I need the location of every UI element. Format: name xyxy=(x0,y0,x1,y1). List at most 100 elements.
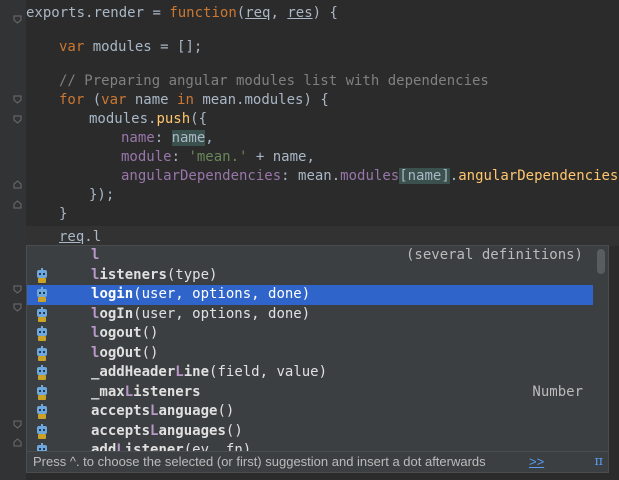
completion-item[interactable]: listeners(type) xyxy=(27,266,593,286)
token: name xyxy=(126,92,178,108)
token: : mean. xyxy=(281,168,341,184)
code-line: }); xyxy=(89,187,115,203)
name-params: (field, value) xyxy=(209,364,328,380)
completion-item-name: acceptsLanguage() xyxy=(91,402,234,422)
method-icon xyxy=(34,326,50,342)
name-match: l xyxy=(91,247,100,263)
name-suffix: ogin xyxy=(99,286,134,302)
token: .l xyxy=(84,229,102,245)
completion-item-name: l xyxy=(91,246,99,266)
completion-item[interactable]: logIn(user, options, done) xyxy=(27,305,593,325)
hint-more-link[interactable]: >> xyxy=(529,452,544,472)
name-params: () xyxy=(217,403,235,419)
token: . xyxy=(449,168,459,184)
param: req xyxy=(245,5,271,21)
completion-item-name: login(user, options, done) xyxy=(91,285,310,305)
fold-icon[interactable] xyxy=(13,303,22,312)
completion-item[interactable]: _addHeaderLine(field, value) xyxy=(27,363,593,383)
name-match: L xyxy=(124,383,134,400)
scrollbar-track[interactable] xyxy=(597,249,605,452)
string: 'mean.' xyxy=(188,149,248,165)
code-line: modules.push({ xyxy=(89,109,207,129)
method-icon xyxy=(34,345,50,362)
keyword: in xyxy=(177,92,194,108)
pi-icon[interactable]: π xyxy=(594,452,603,472)
property: modules xyxy=(340,168,400,184)
method-icon xyxy=(34,287,50,303)
name-prefix: accepts xyxy=(91,422,151,439)
name-params: (user, options, done) xyxy=(133,305,311,322)
completion-hint-bar: Press ^. to choose the selected (or firs… xyxy=(27,451,608,472)
completion-item-type: (several definitions) xyxy=(405,247,583,263)
code-line: exports.render = function(req, res) { xyxy=(26,3,338,23)
completion-popup[interactable]: l (several definitions) listeners(type) log… xyxy=(26,245,609,473)
method-icon xyxy=(34,306,50,323)
bracket-highlight: ] xyxy=(441,168,450,184)
unfold-icon[interactable] xyxy=(13,200,22,209)
name-suffix: ogout xyxy=(99,325,142,341)
name-params: () xyxy=(225,422,243,439)
code-line: angularDependencies: mean.modules[name].… xyxy=(121,166,618,186)
unfold-icon[interactable] xyxy=(13,438,22,447)
code-line: } xyxy=(59,206,68,222)
code-line: name: name, xyxy=(121,128,214,148)
completion-item-name: listeners(type) xyxy=(91,266,217,286)
fold-icon[interactable] xyxy=(13,15,22,24)
completion-item-name: acceptsLanguages() xyxy=(91,422,243,442)
completion-item-name: _addHeaderLine(field, value) xyxy=(91,363,327,383)
token: mean.modules) { xyxy=(193,92,329,108)
token: ( xyxy=(236,5,246,21)
completion-item[interactable]: acceptsLanguages() xyxy=(27,422,593,442)
fold-icon[interactable] xyxy=(13,115,22,124)
token: , xyxy=(270,5,288,21)
completion-item-name: logIn(user, options, done) xyxy=(91,305,310,325)
scrollbar-thumb[interactable] xyxy=(597,249,605,274)
completion-item[interactable]: l (several definitions) xyxy=(27,246,593,266)
method: push xyxy=(156,111,191,127)
token: + name, xyxy=(247,149,315,165)
completion-item[interactable]: acceptsLanguage() xyxy=(27,402,593,422)
property-key: name xyxy=(121,130,155,146)
completion-item[interactable]: logOut() xyxy=(27,344,593,364)
fold-icon[interactable] xyxy=(13,420,22,429)
property-key: angularDependencies xyxy=(121,168,282,184)
token: modules. xyxy=(89,111,157,127)
token: , xyxy=(205,130,214,146)
token: : xyxy=(171,149,189,165)
fold-icon[interactable] xyxy=(13,285,22,294)
field-icon xyxy=(34,267,50,284)
fold-icon[interactable] xyxy=(13,95,22,104)
completion-item[interactable]: _maxListeners Number xyxy=(27,383,593,403)
code-line: module: 'mean.' + name, xyxy=(121,147,315,167)
token: modules = []; xyxy=(84,39,203,55)
property: angularDependencies xyxy=(458,168,619,184)
token: ) { xyxy=(312,5,338,21)
method-icon xyxy=(34,404,50,420)
token: ( xyxy=(84,92,102,108)
code-line: for (var name in mean.modules) { xyxy=(59,90,329,110)
method-icon xyxy=(34,365,50,381)
current-line-highlight xyxy=(26,226,619,246)
name-suffix: ogOut xyxy=(99,344,142,361)
keyword: for xyxy=(59,92,85,108)
name-prefix: _max xyxy=(91,383,125,400)
usage-highlight: name xyxy=(171,130,206,146)
editor-gutter xyxy=(0,0,26,480)
hint-text: Press ^. to choose the selected (or firs… xyxy=(33,454,486,469)
name-params: (user, options, done) xyxy=(133,286,311,302)
unfold-icon[interactable] xyxy=(13,180,22,189)
name-suffix: isteners xyxy=(99,266,167,283)
keyword: function xyxy=(169,5,237,21)
name-params: (type) xyxy=(166,266,218,283)
name-params: () xyxy=(141,325,159,341)
name-suffix: anguages xyxy=(158,422,226,439)
name-prefix: _addHeader xyxy=(91,364,176,380)
completion-item[interactable]: login(user, options, done) xyxy=(27,285,593,305)
usage-highlight: name xyxy=(407,168,442,184)
name-match: L xyxy=(175,364,184,380)
keyword: var xyxy=(101,92,127,108)
field-icon xyxy=(34,384,50,401)
completion-item[interactable]: logout() xyxy=(27,324,593,344)
property-key: module xyxy=(121,149,172,165)
token: render xyxy=(93,5,145,21)
